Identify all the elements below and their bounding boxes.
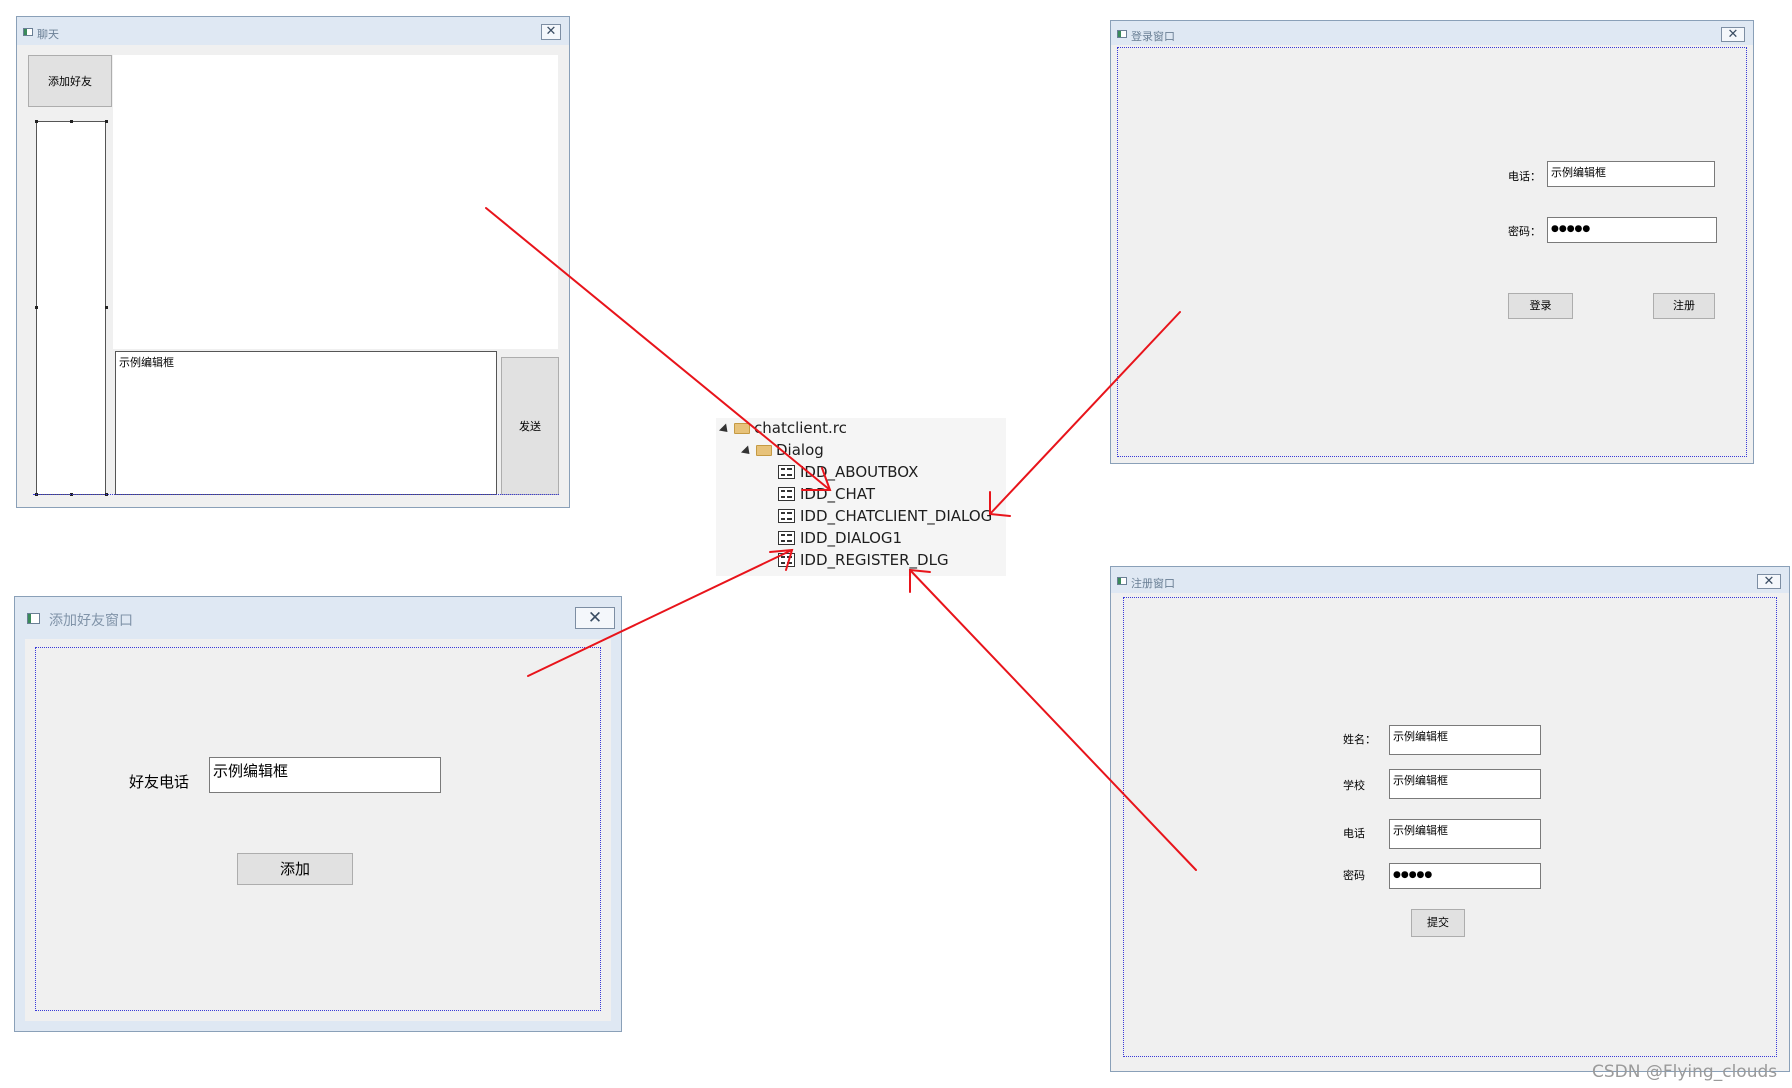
tree-item-label: IDD_DIALOG1 — [800, 529, 903, 547]
add-friend-client-area: 好友电话 示例编辑框 添加 — [25, 639, 611, 1021]
login-phone-label: 电话： — [1508, 170, 1541, 183]
login-window-title: 登录窗口 — [1131, 30, 1175, 43]
login-title-bar[interactable]: 登录窗口 ✕ — [1111, 21, 1753, 45]
tree-node-root[interactable]: chatclient.rc — [716, 418, 1006, 438]
register-password-input[interactable]: ●●●●● — [1389, 863, 1541, 889]
login-close-button[interactable]: ✕ — [1721, 27, 1745, 42]
dialog-window-icon — [1117, 30, 1127, 38]
login-password-input[interactable]: ●●●●● — [1547, 217, 1717, 243]
login-phone-input[interactable]: 示例编辑框 — [1547, 161, 1715, 187]
chat-dialog-window: 聊天 ✕ 添加好友 示例编辑框 发送 — [16, 16, 570, 508]
send-button[interactable]: 发送 — [501, 357, 559, 495]
dialog-window-icon — [27, 613, 40, 624]
add-friend-title-bar[interactable]: 添加好友窗口 ✕ — [15, 597, 621, 637]
resize-handle — [35, 306, 38, 309]
login-layout-guide — [1117, 47, 1747, 457]
login-dialog-window: 登录窗口 ✕ 电话： 示例编辑框 密码： ●●●●● 登录 注册 — [1110, 20, 1754, 464]
login-button[interactable]: 登录 — [1508, 293, 1573, 319]
tree-item-dialog[interactable]: IDD_ABOUTBOX — [716, 462, 1006, 482]
dialog-resource-icon — [778, 465, 795, 479]
register-phone-label: 电话 — [1343, 827, 1365, 840]
tree-item-label: IDD_REGISTER_DLG — [800, 551, 949, 569]
register-dialog-window: 注册窗口 ✕ 姓名： 示例编辑框 学校 示例编辑框 电话 示例编辑框 密码 ●●… — [1110, 566, 1790, 1072]
add-friend-layout-guide — [35, 647, 601, 1011]
resource-view-tree: chatclient.rc Dialog IDD_ABOUTBOX IDD_CH… — [716, 418, 1006, 576]
register-name-label: 姓名： — [1343, 733, 1376, 746]
tree-item-label: IDD_CHATCLIENT_DIALOG — [800, 507, 993, 525]
add-button[interactable]: 添加 — [237, 853, 353, 885]
dialog-resource-icon — [778, 487, 795, 501]
tree-item-dialog[interactable]: IDD_REGISTER_DLG — [716, 550, 1006, 570]
register-client-area: 姓名： 示例编辑框 学校 示例编辑框 电话 示例编辑框 密码 ●●●●● 提交 — [1117, 597, 1783, 1065]
tree-item-dialog[interactable]: IDD_CHAT — [716, 484, 1006, 504]
dialog-resource-icon — [778, 531, 795, 545]
register-password-label: 密码 — [1343, 869, 1365, 882]
chat-layout-guide — [33, 494, 559, 495]
register-window-title: 注册窗口 — [1131, 577, 1175, 590]
tree-node-dialog-folder[interactable]: Dialog — [716, 440, 1006, 460]
tree-node-root-label: chatclient.rc — [754, 419, 847, 437]
friend-phone-input[interactable]: 示例编辑框 — [209, 757, 441, 793]
folder-open-icon — [756, 445, 772, 456]
tree-node-folder-label: Dialog — [776, 441, 824, 459]
dialog-window-icon — [23, 28, 33, 36]
tree-item-dialog[interactable]: IDD_CHATCLIENT_DIALOG — [716, 506, 1006, 526]
resize-handle — [105, 120, 108, 123]
register-close-button[interactable]: ✕ — [1757, 574, 1781, 589]
add-friend-button[interactable]: 添加好友 — [28, 55, 112, 107]
chat-title-bar[interactable]: 聊天 ✕ — [17, 17, 569, 45]
login-client-area: 电话： 示例编辑框 密码： ●●●●● 登录 注册 — [1117, 47, 1747, 457]
login-password-label: 密码： — [1508, 225, 1541, 238]
register-school-input[interactable]: 示例编辑框 — [1389, 769, 1541, 799]
chat-message-display — [113, 55, 558, 349]
resize-handle — [70, 120, 73, 123]
resize-handle — [105, 306, 108, 309]
chat-close-button[interactable]: ✕ — [541, 24, 561, 40]
csdn-watermark: CSDN @Flying_clouds — [1592, 1062, 1778, 1082]
expand-arrow-icon[interactable] — [718, 423, 732, 436]
dialog-resource-icon — [778, 509, 795, 523]
register-school-label: 学校 — [1343, 779, 1365, 792]
dialog-window-icon — [1117, 577, 1127, 585]
tree-item-label: IDD_CHAT — [800, 485, 876, 503]
chat-message-input[interactable]: 示例编辑框 — [115, 351, 497, 495]
resize-handle — [35, 120, 38, 123]
dialog-resource-icon — [778, 553, 795, 567]
add-friend-window-title: 添加好友窗口 — [49, 613, 133, 629]
friend-phone-label: 好友电话 — [129, 773, 190, 791]
register-phone-input[interactable]: 示例编辑框 — [1389, 819, 1541, 849]
register-name-input[interactable]: 示例编辑框 — [1389, 725, 1541, 755]
register-title-bar[interactable]: 注册窗口 ✕ — [1111, 567, 1789, 593]
chat-client-area: 添加好友 示例编辑框 发送 — [23, 51, 563, 501]
tree-item-dialog[interactable]: IDD_DIALOG1 — [716, 528, 1006, 548]
friend-list-box[interactable] — [36, 121, 106, 495]
chat-window-title: 聊天 — [37, 28, 59, 41]
add-friend-close-button[interactable]: ✕ — [575, 607, 615, 629]
add-friend-dialog-window: 添加好友窗口 ✕ 好友电话 示例编辑框 添加 — [14, 596, 622, 1032]
tree-item-label: IDD_ABOUTBOX — [800, 463, 919, 481]
register-button[interactable]: 注册 — [1653, 293, 1715, 319]
submit-button[interactable]: 提交 — [1411, 909, 1465, 937]
expand-arrow-icon[interactable] — [740, 445, 754, 458]
folder-open-icon — [734, 423, 750, 434]
